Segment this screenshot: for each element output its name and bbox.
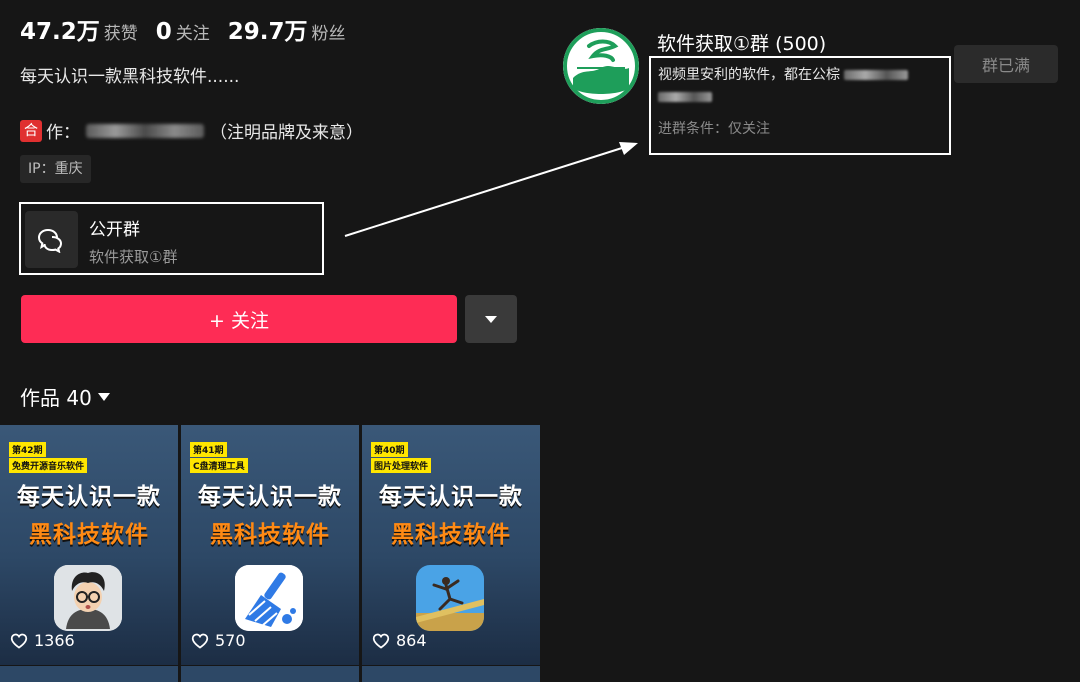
profile-stats: 47.2万 获赞 0 关注 29.7万 粉丝 [20, 12, 346, 46]
heart-icon [10, 633, 28, 649]
group-chat-icon [25, 211, 78, 268]
like-count-value: 864 [396, 631, 427, 650]
redacted-text [658, 92, 712, 102]
video-headline: 每天认识一款 [379, 484, 523, 510]
caret-down-icon [97, 392, 110, 401]
join-condition: 进群条件：仅关注 [658, 121, 770, 137]
profile-panel: 47.2万 获赞 0 关注 29.7万 粉丝 每天认识一款黑科技软件...... 合 … [0, 0, 540, 682]
video-headline: 每天认识一款 [17, 484, 161, 510]
works-tab[interactable]: 作品 40 [20, 382, 110, 411]
like-count-value: 1366 [34, 631, 75, 650]
topic-tag: C盘清理工具 [190, 458, 248, 473]
more-dropdown-button[interactable] [465, 295, 517, 343]
video-tile-partial[interactable] [0, 666, 178, 682]
episode-tag: 第40期 [371, 442, 408, 457]
episode-tag: 第41期 [190, 442, 227, 457]
ip-location-tag: IP：重庆 [20, 155, 91, 183]
group-description: 视频里安利的软件，都在公棕 [658, 64, 948, 108]
video-highlight: 黑科技软件 [29, 522, 149, 548]
like-count-value: 570 [215, 631, 246, 650]
redacted-contact [86, 123, 204, 138]
group-description-box: 视频里安利的软件，都在公棕 进群条件：仅关注 [649, 56, 951, 155]
heart-icon [372, 633, 390, 649]
stat-followers[interactable]: 29.7万 粉丝 [228, 12, 346, 46]
video-tile[interactable]: 第40期 图片处理软件 每天认识一款 黑科技软件 864 [362, 425, 540, 665]
photo-person-icon [416, 565, 484, 631]
group-card-subtitle: 软件获取①群 [89, 248, 178, 266]
public-group-card[interactable]: 公开群 软件获取①群 [19, 202, 324, 275]
video-tile[interactable]: 第42期 免费开源音乐软件 每天认识一款 黑科技软件 1366 [0, 425, 178, 665]
caret-down-icon [485, 315, 497, 323]
works-label: 作品 40 [20, 386, 92, 410]
contact-suffix: （注明品牌及来意） [210, 123, 363, 143]
redacted-text [844, 70, 908, 80]
contact-prefix: 作： [46, 123, 80, 143]
group-card-title: 公开群 [89, 220, 140, 240]
video-highlight: 黑科技软件 [391, 522, 511, 548]
episode-tag: 第42期 [9, 442, 46, 457]
video-tile-partial[interactable] [362, 666, 540, 682]
video-tile-partial[interactable] [181, 666, 359, 682]
video-tile[interactable]: 第41期 C盘清理工具 每天认识一款 黑科技软件 570 [181, 425, 359, 665]
like-count: 864 [372, 631, 427, 650]
cartoon-avatar-icon [54, 565, 122, 631]
group-description-text: 视频里安利的软件，都在公棕 [658, 67, 840, 83]
video-grid: 第42期 免费开源音乐软件 每天认识一款 黑科技软件 1366 第41期 C盘清… [0, 425, 540, 682]
video-headline: 每天认识一款 [198, 484, 342, 510]
cooperation-badge: 合 [20, 119, 42, 142]
stat-following[interactable]: 0 关注 [156, 19, 210, 45]
group-full-button[interactable]: 群已满 [954, 45, 1058, 83]
contact-line: 合 作： （注明品牌及来意） [20, 118, 363, 143]
broom-icon [235, 565, 303, 631]
topic-tag: 图片处理软件 [371, 458, 432, 473]
stat-likes[interactable]: 47.2万 获赞 [20, 12, 138, 46]
follow-button[interactable]: + 关注 [21, 295, 457, 343]
group-title: 软件获取①群 (500) [657, 33, 827, 55]
profile-bio: 每天认识一款黑科技软件...... [20, 67, 240, 87]
like-count: 1366 [10, 631, 75, 650]
like-count: 570 [191, 631, 246, 650]
topic-tag: 免费开源音乐软件 [9, 458, 88, 473]
heart-icon [191, 633, 209, 649]
group-avatar-logo [563, 28, 639, 104]
video-highlight: 黑科技软件 [210, 522, 330, 548]
